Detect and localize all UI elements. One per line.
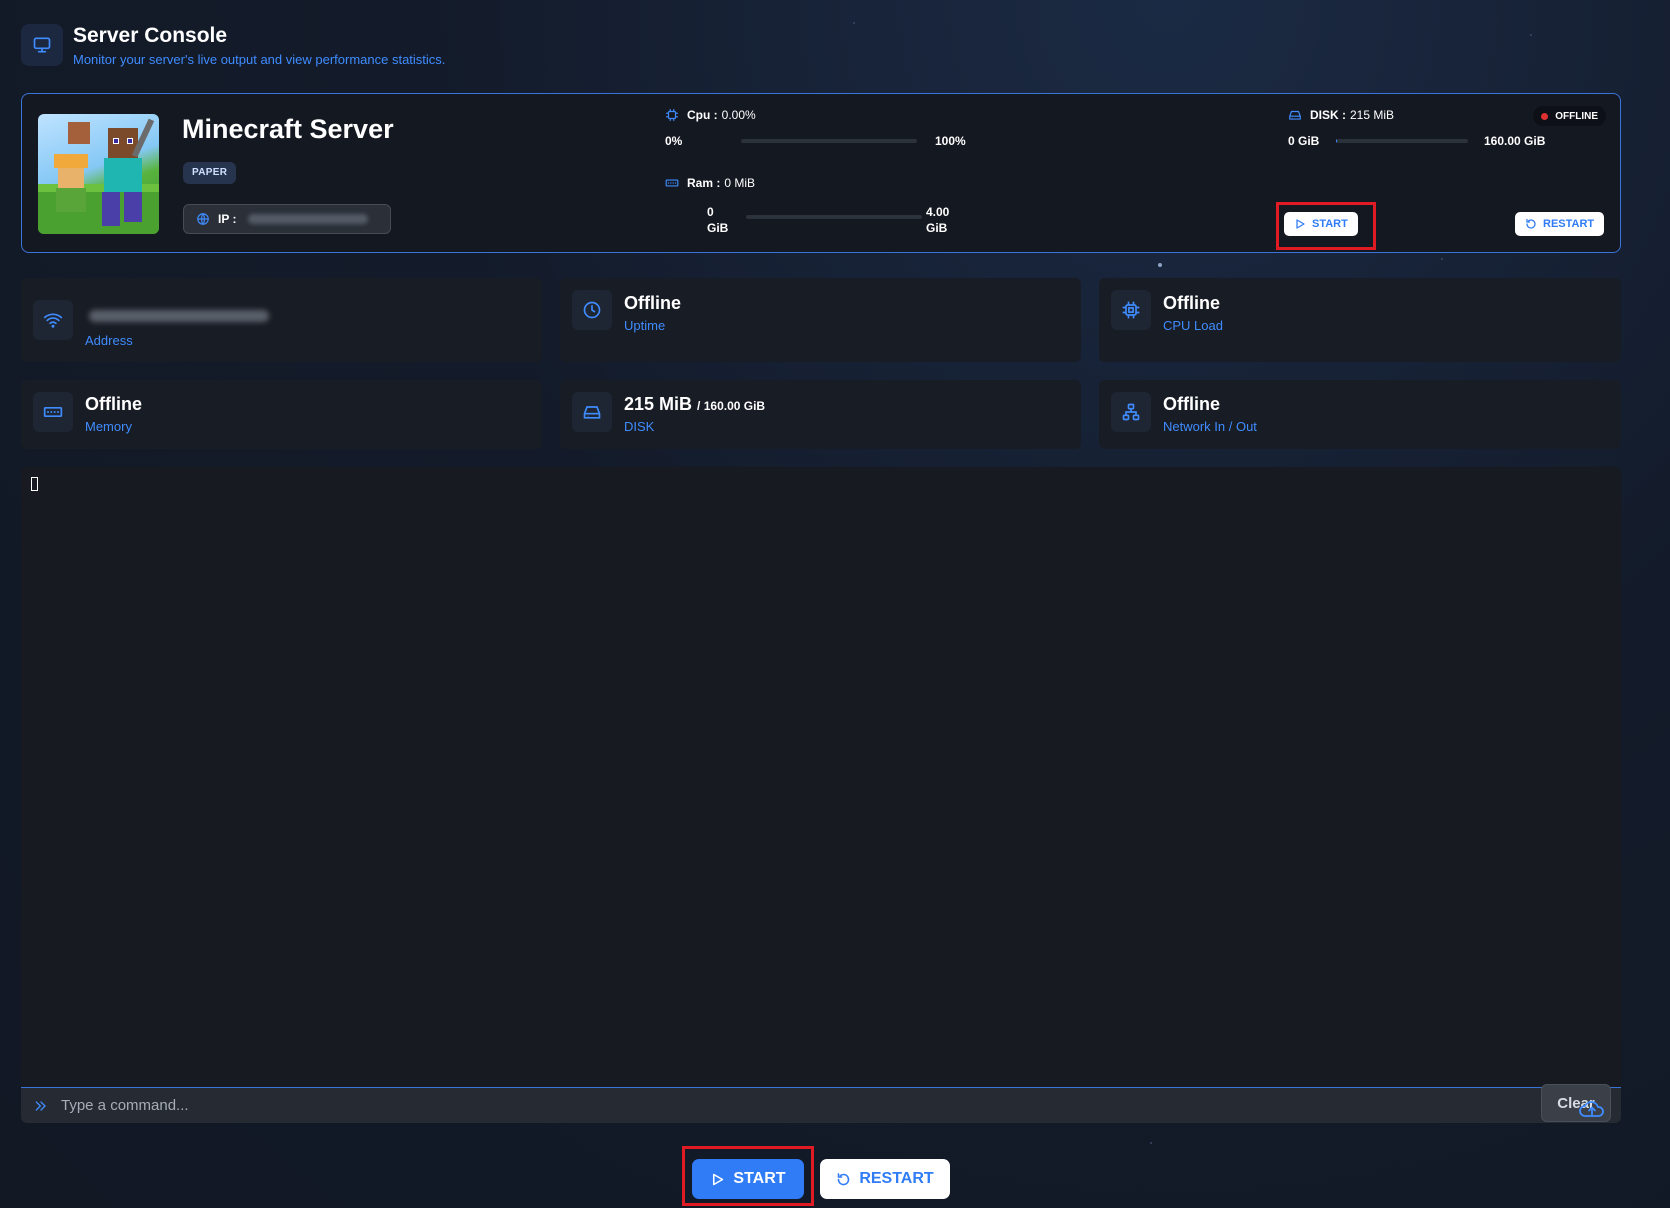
memory-tile: Offline Memory	[21, 380, 542, 449]
clock-icon	[572, 290, 612, 330]
server-name: Minecraft Server	[182, 114, 394, 144]
restart-label: RESTART	[859, 1170, 934, 1187]
network-icon	[1111, 392, 1151, 432]
uptime-value: Offline	[624, 293, 681, 313]
address-tile: Address	[21, 278, 542, 362]
ram-label: Ram :	[687, 176, 721, 190]
disk-min: 0 GiB	[1288, 134, 1320, 148]
memory-icon	[33, 392, 73, 432]
ip-label: IP :	[218, 212, 237, 226]
background-star	[853, 22, 855, 24]
background-star	[1150, 1142, 1152, 1144]
server-type-tag: PAPER	[183, 162, 237, 184]
disk-total: / 160.00 GiB	[697, 399, 766, 413]
console-output[interactable]	[21, 467, 1621, 1087]
cpu-load-value: Offline	[1163, 293, 1220, 313]
header-text: Server Console Monitor your server's liv…	[73, 23, 445, 68]
network-label: Network In / Out	[1163, 419, 1257, 434]
restart-icon	[836, 1172, 851, 1187]
disk-stat-label: DISK : 215 MiB	[1288, 108, 1394, 122]
play-icon	[710, 1172, 725, 1187]
wifi-icon	[33, 300, 73, 340]
start-label: START	[733, 1170, 786, 1187]
ip-value-redacted	[248, 214, 369, 224]
card-restart-button[interactable]: RESTART	[1515, 212, 1605, 236]
disk-tile-label: DISK	[624, 419, 655, 434]
ram-min: 0 GiB	[707, 205, 729, 235]
start-button[interactable]: START	[692, 1159, 804, 1199]
server-thumbnail	[38, 114, 159, 234]
uptime-tile: Offline Uptime	[560, 278, 1081, 362]
command-bar: Clear	[21, 1084, 1621, 1123]
cpu-load-label: CPU Load	[1163, 318, 1223, 333]
cpu-chip-icon	[1111, 290, 1151, 330]
ram-value: 0 MiB	[724, 176, 756, 190]
card-restart-label: RESTART	[1543, 218, 1595, 230]
cpu-min: 0%	[665, 134, 683, 148]
ram-max: 4.00 GiB	[926, 205, 950, 235]
cloud-upload-icon[interactable]	[1578, 1099, 1606, 1119]
status-dot	[1541, 112, 1549, 120]
cpu-chip-icon	[665, 108, 679, 122]
start-highlight-box	[1276, 202, 1376, 250]
status-text: OFFLINE	[1555, 110, 1598, 122]
disk-max: 160.00 GiB	[1484, 134, 1546, 148]
memory-icon	[665, 176, 679, 190]
cpu-progress-bar	[741, 139, 917, 143]
disk-used: 215 MiB	[624, 394, 693, 414]
disk-value: 215 MiB	[1350, 108, 1395, 122]
background-star	[1158, 263, 1162, 267]
globe-icon	[196, 212, 210, 226]
console-cursor	[31, 477, 38, 491]
server-card: Minecraft Server PAPER IP : Cpu :0.00% 0…	[21, 93, 1621, 253]
disk-tile: 215 MiB / 160.00 GiB DISK	[560, 380, 1081, 449]
disk-label: DISK :	[1310, 108, 1346, 122]
restart-button[interactable]: RESTART	[820, 1159, 950, 1199]
page-subtitle: Monitor your server's live output and vi…	[73, 51, 446, 67]
server-ip-box[interactable]: IP :	[183, 204, 391, 234]
disk-progress-bar	[1336, 139, 1468, 143]
disk-tile-value: 215 MiB / 160.00 GiB	[624, 394, 765, 415]
background-star	[1530, 34, 1532, 36]
address-value-redacted	[89, 310, 269, 322]
clear-button[interactable]: Clear	[1541, 1084, 1611, 1122]
cpu-stat-label: Cpu :0.00%	[665, 108, 756, 122]
ram-progress-bar	[746, 215, 922, 219]
restart-icon	[1525, 218, 1537, 230]
network-value: Offline	[1163, 394, 1220, 414]
chevrons-right-icon	[33, 1098, 49, 1114]
command-input[interactable]	[61, 1088, 1541, 1122]
address-label: Address	[85, 333, 133, 348]
page-header: Server Console Monitor your server's liv…	[21, 23, 445, 68]
ram-stat-label: Ram :0 MiB	[665, 176, 755, 190]
uptime-label: Uptime	[624, 318, 666, 333]
cpu-label: Cpu :	[687, 108, 718, 122]
monitor-icon	[21, 24, 63, 66]
network-tile: Offline Network In / Out	[1099, 380, 1621, 449]
hard-drive-icon	[1288, 108, 1302, 122]
hard-drive-icon	[572, 392, 612, 432]
memory-label: Memory	[85, 419, 132, 434]
cpu-max: 100%	[935, 134, 966, 148]
status-badge: OFFLINE	[1533, 106, 1606, 126]
cpu-value: 0.00%	[721, 108, 756, 122]
memory-value: Offline	[85, 394, 142, 414]
background-star	[1441, 258, 1443, 260]
page-title: Server Console	[73, 23, 228, 47]
cpu-load-tile: Offline CPU Load	[1099, 278, 1621, 362]
